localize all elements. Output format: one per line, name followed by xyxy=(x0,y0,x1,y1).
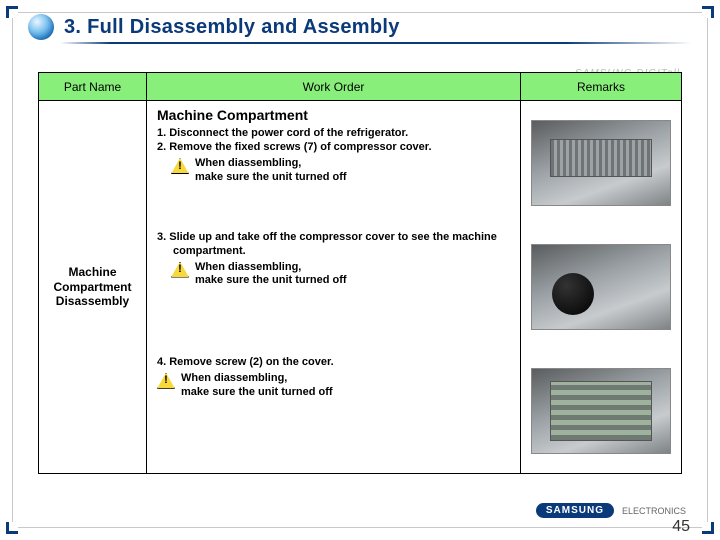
disassembly-table: Part Name Work Order Remarks Machine Com… xyxy=(38,72,682,474)
caution-row: When diassembling,make sure the unit tur… xyxy=(157,372,510,400)
col-remarks: Remarks xyxy=(521,73,681,100)
photo-machine-compartment xyxy=(531,244,671,330)
caution-row: When diassembling,make sure the unit tur… xyxy=(157,157,510,185)
cell-remarks xyxy=(521,101,681,473)
slide-title: 3. Full Disassembly and Assembly xyxy=(64,16,400,39)
brand-logo: SAMSUNG xyxy=(536,503,614,518)
corner-decoration xyxy=(702,522,714,534)
warning-icon xyxy=(171,262,189,278)
remarks-image-3 xyxy=(521,349,681,473)
brand-footer: SAMSUNG ELECTRONICS xyxy=(536,503,686,518)
cell-work-order: Machine Compartment 1. Disconnect the po… xyxy=(147,101,521,473)
step-text: 4. Remove screw (2) on the cover. xyxy=(157,356,510,370)
warning-icon xyxy=(171,158,189,174)
frame-edge xyxy=(18,12,702,13)
part-name-text: Machine Compartment Disassembly xyxy=(43,265,142,308)
caution-row: When diassembling,make sure the unit tur… xyxy=(157,261,510,289)
photo-cover-screw xyxy=(531,368,671,454)
caution-text: When diassembling,make sure the unit tur… xyxy=(195,261,347,289)
frame-edge xyxy=(707,18,708,522)
step-text: 3. Slide up and take off the compressor … xyxy=(157,231,510,259)
caution-text: When diassembling,make sure the unit tur… xyxy=(181,372,333,400)
table-header: Part Name Work Order Remarks xyxy=(39,73,681,101)
step-text: 2. Remove the fixed screws (7) of compre… xyxy=(157,141,510,155)
corner-decoration xyxy=(702,6,714,18)
frame-edge xyxy=(12,18,13,522)
col-part-name: Part Name xyxy=(39,73,147,100)
remarks-image-2 xyxy=(521,225,681,349)
page-number: 45 xyxy=(672,518,690,536)
slide-header: 3. Full Disassembly and Assembly xyxy=(28,14,692,40)
slide-frame: 3. Full Disassembly and Assembly SAMSUNG… xyxy=(0,0,720,540)
table-body: Machine Compartment Disassembly Machine … xyxy=(39,101,681,473)
work-section-1: Machine Compartment 1. Disconnect the po… xyxy=(147,101,520,225)
cell-part-name: Machine Compartment Disassembly xyxy=(39,101,147,473)
brand-sub: ELECTRONICS xyxy=(622,506,686,516)
section-title: Machine Compartment xyxy=(157,107,510,125)
remarks-image-1 xyxy=(521,101,681,225)
warning-icon xyxy=(157,373,175,389)
caution-text: When diassembling,make sure the unit tur… xyxy=(195,157,347,185)
title-underline xyxy=(60,42,692,44)
corner-decoration xyxy=(6,6,18,18)
work-section-2: 3. Slide up and take off the compressor … xyxy=(147,225,520,349)
work-section-3: 4. Remove screw (2) on the cover. When d… xyxy=(147,349,520,473)
col-work-order: Work Order xyxy=(147,73,521,100)
bullet-sphere-icon xyxy=(28,14,54,40)
corner-decoration xyxy=(6,522,18,534)
photo-compressor-cover xyxy=(531,120,671,206)
frame-edge xyxy=(18,527,702,528)
step-text: 1. Disconnect the power cord of the refr… xyxy=(157,127,510,141)
